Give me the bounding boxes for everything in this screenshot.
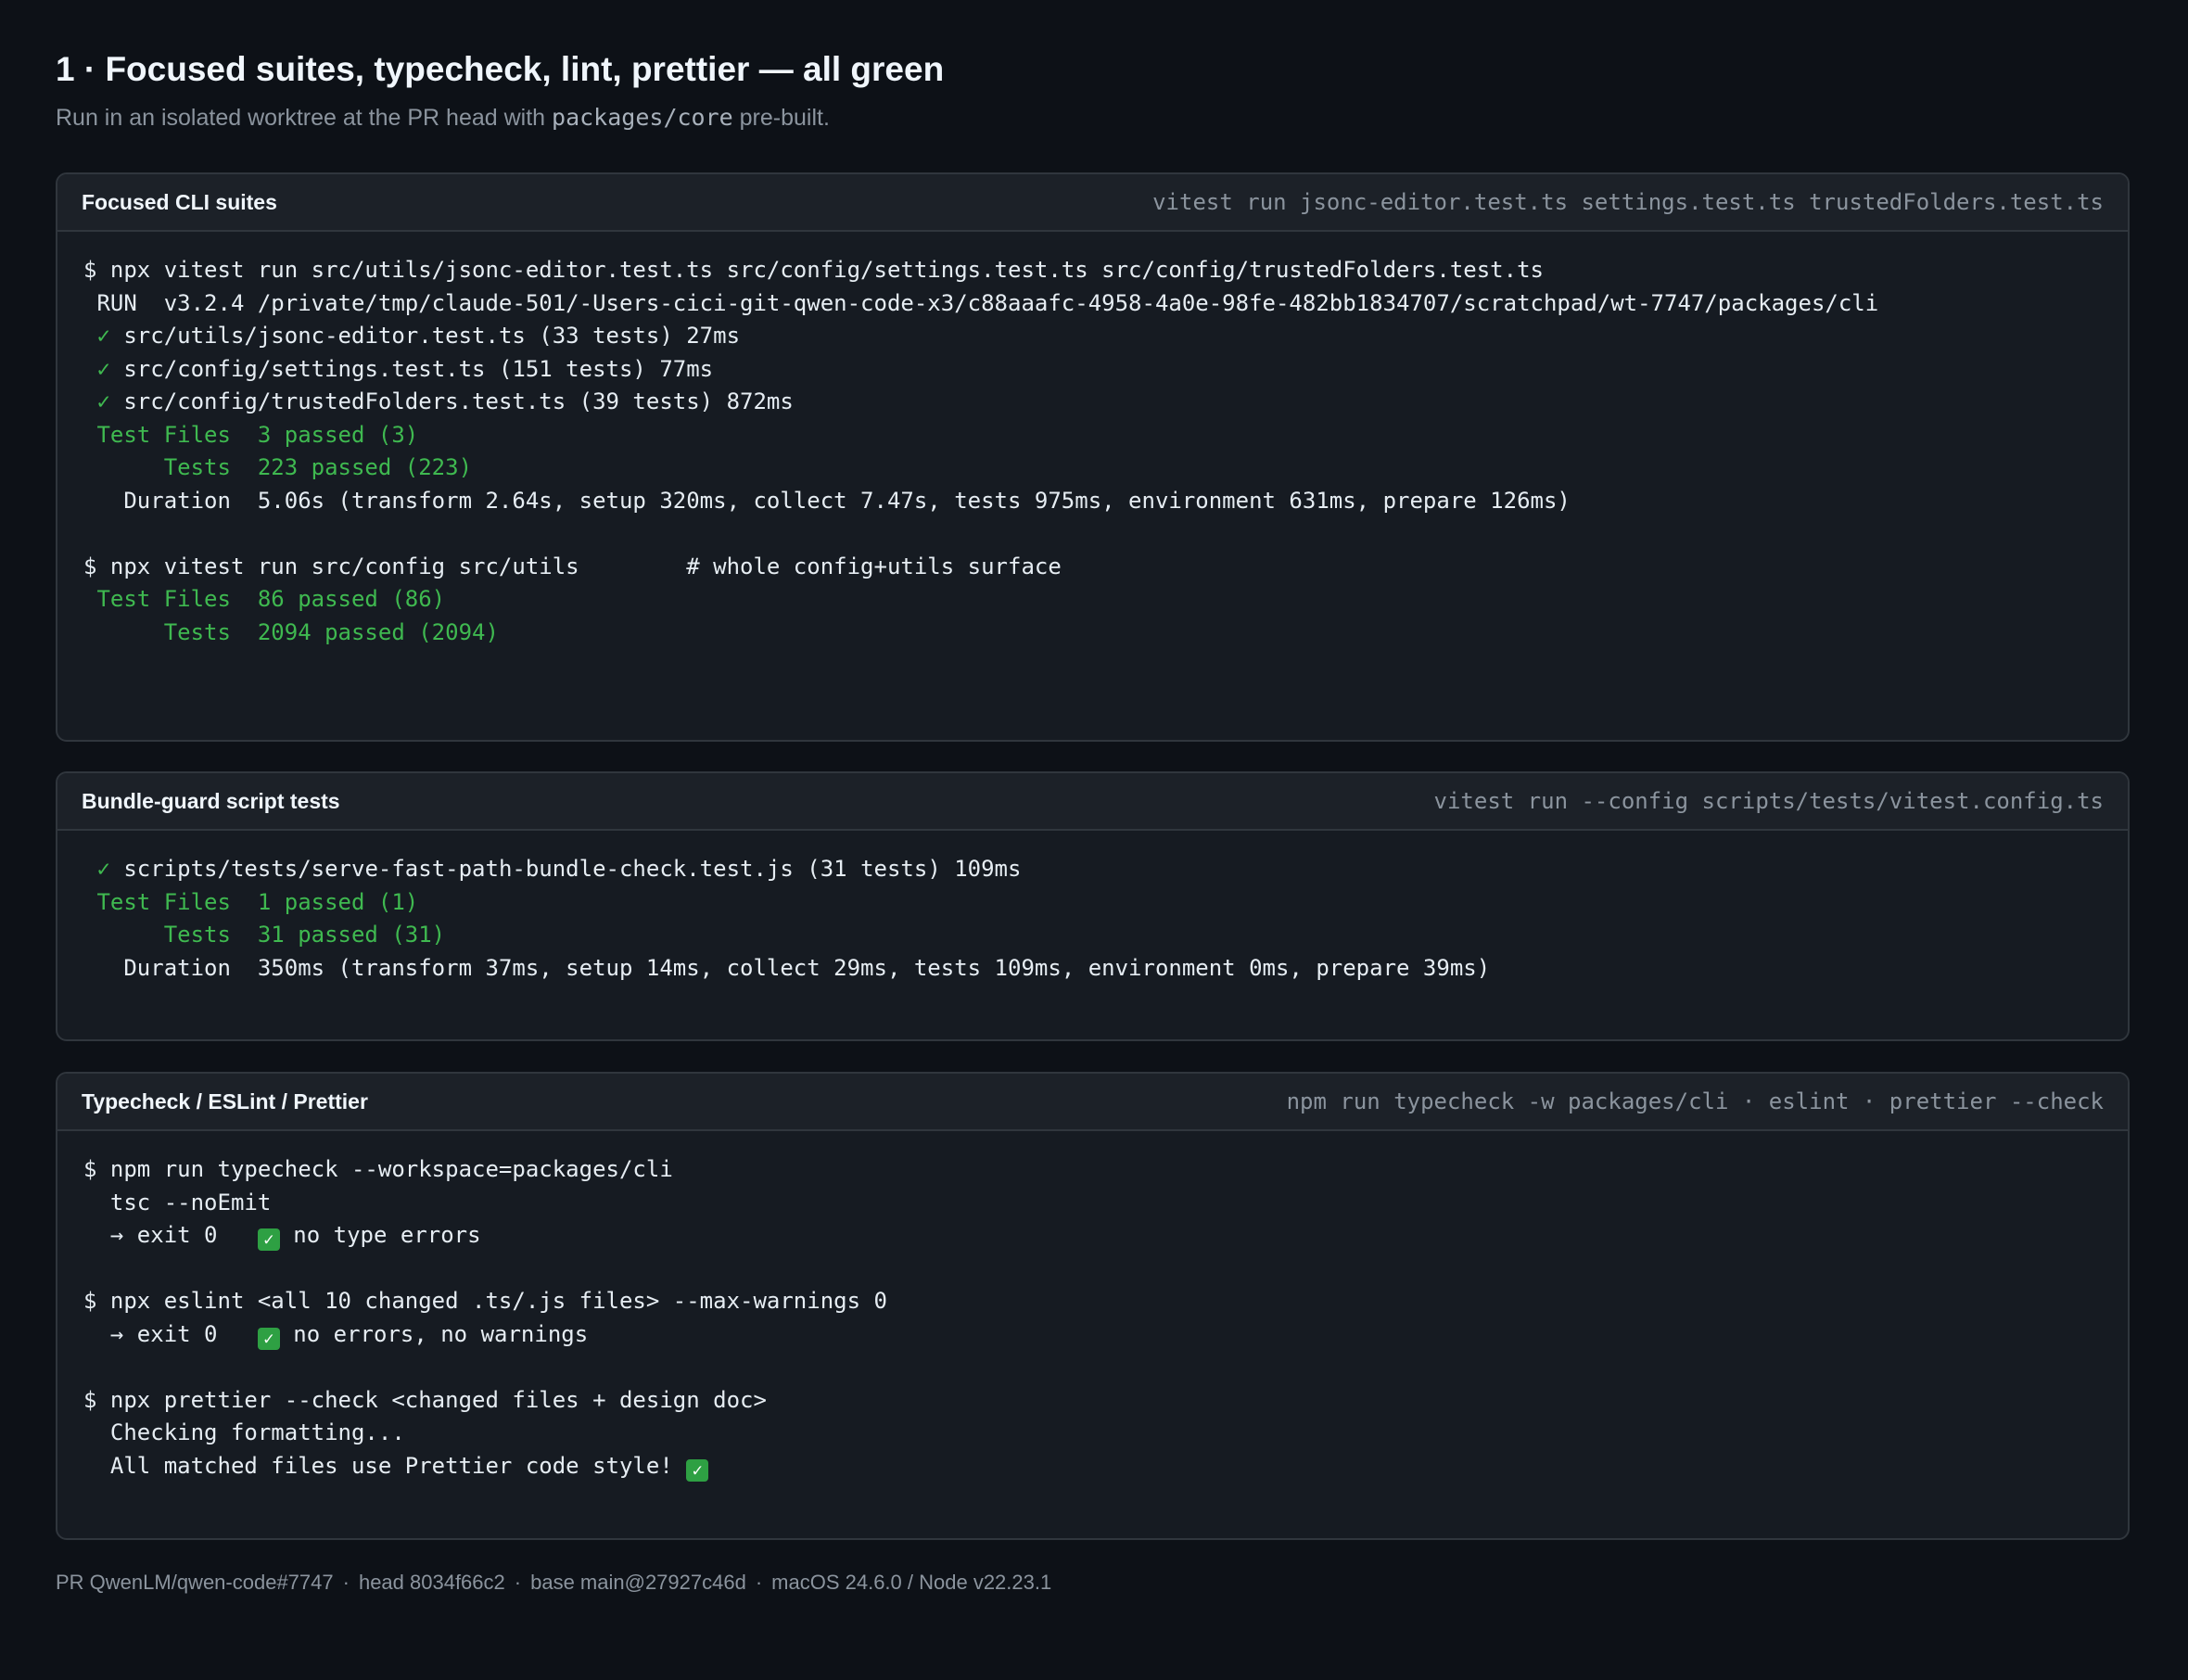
test-file-result: src/config/trustedFolders.test.ts (39 te… xyxy=(123,388,794,414)
output-line: → exit 0 ✓ no errors, no warnings xyxy=(83,1318,2102,1352)
check-mark-icon: ✓ xyxy=(686,1458,709,1482)
panel-command: vitest run --config scripts/tests/vitest… xyxy=(1433,788,2104,814)
panel-title: Focused CLI suites xyxy=(82,189,277,214)
panel-command: npm run typecheck -w packages/cli · esli… xyxy=(1286,1088,2104,1114)
footer-env: macOS 24.6.0 / Node v22.23.1 xyxy=(771,1571,1052,1594)
command-line: $ npx eslint <all 10 changed .ts/.js fil… xyxy=(83,1288,887,1314)
summary-line: Tests 31 passed (31) xyxy=(83,922,446,948)
subtitle-code: packages/core xyxy=(552,104,733,131)
footer-pr: PR QwenLM/qwen-code#7747 xyxy=(56,1571,334,1594)
check-mark-icon: ✓ xyxy=(257,1228,280,1251)
test-file-result: scripts/tests/serve-fast-path-bundle-che… xyxy=(123,856,1022,882)
panel-header: Typecheck / ESLint / Prettier npm run ty… xyxy=(57,1074,2128,1131)
footer-separator: · xyxy=(514,1571,522,1594)
footer-meta: PR QwenLM/qwen-code#7747 · head 8034f66c2 ·… xyxy=(56,1571,1051,1595)
output-line: RUN v3.2.4 /private/tmp/claude-501/-User… xyxy=(83,289,1879,316)
duration-line: Duration 5.06s (transform 2.64s, setup 3… xyxy=(83,487,1571,514)
subtitle-text-start: Run in an isolated worktree at the PR he… xyxy=(56,105,553,131)
footer-head: head 8034f66c2 xyxy=(358,1571,505,1594)
panel-typecheck-eslint-prettier: Typecheck / ESLint / Prettier npm run ty… xyxy=(56,1072,2130,1540)
check-icon: ✓ xyxy=(96,355,110,382)
terminal-output: $ npx vitest run src/utils/jsonc-editor.… xyxy=(57,232,2128,649)
output-line: ✓ scripts/tests/serve-fast-path-bundle-c… xyxy=(83,853,2102,886)
panel-command: vitest run jsonc-editor.test.ts settings… xyxy=(1152,189,2104,215)
result-text: no errors, no warnings xyxy=(279,1320,589,1347)
check-icon: ✓ xyxy=(96,388,110,414)
output-line: → exit 0 ✓ no type errors xyxy=(83,1219,2102,1253)
command-line: $ npx vitest run src/utils/jsonc-editor.… xyxy=(83,257,1544,283)
test-file-result: src/config/settings.test.ts (151 tests) … xyxy=(123,355,714,382)
panel-title: Bundle-guard script tests xyxy=(82,788,340,813)
command-line: $ npx prettier --check <changed files + … xyxy=(83,1386,767,1413)
command-line: $ npx vitest run src/config src/utils # … xyxy=(83,553,1062,579)
exit-status: → exit 0 xyxy=(83,1320,258,1347)
panel-bundle-guard-tests: Bundle-guard script tests vitest run --c… xyxy=(56,771,2130,1041)
output-line: All matched files use Prettier code styl… xyxy=(83,1450,2102,1483)
terminal-output: ✓ scripts/tests/serve-fast-path-bundle-c… xyxy=(57,831,2128,985)
page-title: 1 · Focused suites, typecheck, lint, pre… xyxy=(56,50,945,88)
command-line: $ npm run typecheck --workspace=packages… xyxy=(83,1156,673,1182)
output-line: Checking formatting... xyxy=(83,1419,405,1445)
duration-line: Duration 350ms (transform 37ms, setup 14… xyxy=(83,954,1491,981)
footer-separator: · xyxy=(755,1571,763,1594)
summary-line: Tests 223 passed (223) xyxy=(83,454,473,480)
panel-title: Typecheck / ESLint / Prettier xyxy=(82,1088,368,1114)
output-line: ✓ src/config/trustedFolders.test.ts (39 … xyxy=(83,386,2102,419)
output-line: ✓ src/utils/jsonc-editor.test.ts (33 tes… xyxy=(83,320,2102,353)
check-icon: ✓ xyxy=(96,323,110,349)
footer-separator: · xyxy=(342,1571,350,1594)
test-file-result: src/utils/jsonc-editor.test.ts (33 tests… xyxy=(123,323,741,349)
page: 1 · Focused suites, typecheck, lint, pre… xyxy=(0,0,2188,1680)
panel-focused-cli-suites: Focused CLI suites vitest run jsonc-edit… xyxy=(56,172,2130,742)
result-text: All matched files use Prettier code styl… xyxy=(83,1452,687,1479)
summary-line: Tests 2094 passed (2094) xyxy=(83,618,499,645)
output-line: tsc --noEmit xyxy=(83,1189,272,1215)
footer-base: base main@27927c46d xyxy=(530,1571,746,1594)
output-line: ✓ src/config/settings.test.ts (151 tests… xyxy=(83,353,2102,387)
exit-status: → exit 0 xyxy=(83,1222,258,1248)
summary-line: Test Files 86 passed (86) xyxy=(83,586,446,612)
check-mark-icon: ✓ xyxy=(257,1327,280,1350)
panel-header: Bundle-guard script tests vitest run --c… xyxy=(57,773,2128,831)
page-subtitle: Run in an isolated worktree at the PR he… xyxy=(56,102,830,134)
panel-header: Focused CLI suites vitest run jsonc-edit… xyxy=(57,174,2128,232)
result-text: no type errors xyxy=(279,1222,481,1248)
terminal-output: $ npm run typecheck --workspace=packages… xyxy=(57,1131,2128,1483)
subtitle-text-end: pre-built. xyxy=(732,105,830,131)
check-icon: ✓ xyxy=(96,856,110,882)
summary-line: Test Files 1 passed (1) xyxy=(83,888,419,915)
summary-line: Test Files 3 passed (3) xyxy=(83,421,419,448)
